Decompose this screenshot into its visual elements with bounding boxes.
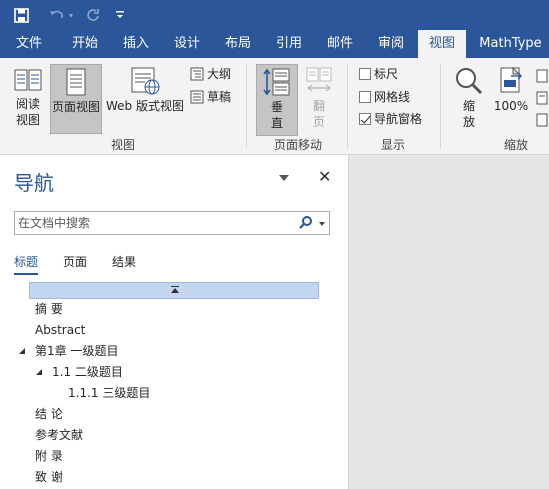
heading-item[interactable]: 第1章 一级题目 xyxy=(35,342,118,360)
vertical-button[interactable]: 垂 直 xyxy=(256,64,298,136)
web-layout-button[interactable]: Web 版式视图 xyxy=(104,64,186,134)
draft-label: 草稿 xyxy=(207,90,232,104)
ruler-checkbox[interactable]: 标尺 xyxy=(359,64,398,84)
collapse-all-bar[interactable] xyxy=(29,282,319,299)
zoom-100-label: 100% xyxy=(493,99,529,113)
tab-headings[interactable]: 标题 xyxy=(14,253,39,275)
one-page-icon xyxy=(536,69,548,83)
title-bar: ▾ xyxy=(0,0,549,30)
side-to-side-icon xyxy=(306,67,332,92)
vertical-label: 垂 直 xyxy=(270,100,283,130)
save-icon[interactable] xyxy=(12,6,30,24)
tab-review[interactable]: 审阅 xyxy=(367,30,415,58)
nav-pane-title: 导航 xyxy=(14,171,54,195)
heading-item[interactable]: 参考文献 xyxy=(35,426,83,444)
heading-item[interactable]: 致 谢 xyxy=(35,468,63,486)
group-separator xyxy=(246,64,247,148)
tab-layout[interactable]: 布局 xyxy=(214,30,262,58)
page-width-icon xyxy=(536,113,548,127)
heading-item[interactable]: 1.1.1 三级题目 xyxy=(68,384,150,402)
tab-view[interactable]: 视图 xyxy=(418,30,466,58)
one-page-button[interactable] xyxy=(536,66,549,86)
customize-qat-icon[interactable] xyxy=(114,6,126,24)
outline-icon xyxy=(190,67,204,81)
draft-button[interactable]: 草稿 xyxy=(190,87,231,107)
nav-search-box xyxy=(14,211,330,235)
nav-pane-check-box[interactable] xyxy=(359,113,371,125)
tab-design[interactable]: 设计 xyxy=(163,30,211,58)
heading-item[interactable]: 摘 要 xyxy=(35,300,63,318)
print-layout-label: 页面视图 xyxy=(51,100,100,114)
nav-pane-checkbox[interactable]: 导航窗格 xyxy=(359,109,422,129)
nav-search-input[interactable] xyxy=(15,212,285,234)
magnifier-icon xyxy=(456,68,483,95)
vertical-scroll-icon xyxy=(263,68,290,96)
draft-icon xyxy=(190,90,204,104)
view-group-label: 视图 xyxy=(110,138,135,152)
web-layout-icon xyxy=(131,67,160,95)
redo-icon[interactable] xyxy=(84,6,102,24)
nav-options-dropdown-icon[interactable] xyxy=(279,175,289,181)
ribbon-tab-bar: 文件 开始 插入 设计 布局 引用 邮件 审阅 视图 MathType xyxy=(0,30,549,58)
close-icon[interactable]: ✕ xyxy=(318,167,331,186)
page-movement-group-label: 页面移动 xyxy=(273,138,322,152)
print-layout-button[interactable]: 页面视图 xyxy=(50,64,102,134)
tab-home[interactable]: 开始 xyxy=(60,30,110,58)
zoom-button[interactable]: 缩 放 xyxy=(450,64,488,136)
zoom-group-label: 缩放 xyxy=(503,138,528,152)
expanded-triangle-icon[interactable] xyxy=(36,369,42,375)
navigation-pane: 导航 ✕ 标题 页面 结果 摘 要 Abstract 第1章 一级题目 1.1 … xyxy=(0,155,349,489)
read-mode-label: 阅读 视图 xyxy=(15,97,40,127)
heading-item[interactable]: Abstract xyxy=(35,321,85,339)
undo-dropdown-icon[interactable]: ▾ xyxy=(66,6,76,24)
document-area[interactable] xyxy=(350,155,549,489)
tab-mailings[interactable]: 邮件 xyxy=(316,30,364,58)
web-layout-label: Web 版式视图 xyxy=(106,99,184,113)
heading-item[interactable]: 结 论 xyxy=(35,405,63,423)
group-separator xyxy=(347,64,348,148)
search-dropdown-icon[interactable] xyxy=(319,222,325,226)
outline-button[interactable]: 大纲 xyxy=(190,64,231,84)
search-icon[interactable] xyxy=(299,215,313,232)
tab-insert[interactable]: 插入 xyxy=(112,30,160,58)
zoom-100-button[interactable]: 100% xyxy=(492,64,530,124)
ruler-check-box[interactable] xyxy=(359,68,371,80)
gridlines-check-box[interactable] xyxy=(359,91,371,103)
zoom-label: 缩 放 xyxy=(462,99,475,129)
nav-pane-label: 导航窗格 xyxy=(374,112,423,126)
tab-mathtype[interactable]: MathType xyxy=(472,30,549,58)
outline-label: 大纲 xyxy=(207,67,232,81)
collapse-up-icon xyxy=(171,288,179,293)
tab-results[interactable]: 结果 xyxy=(112,253,136,270)
ruler-label: 标尺 xyxy=(374,67,399,81)
ribbon: 阅读 视图 页面视图 Web 版式视图 大纲 草稿 视图 垂 直 翻 页 页面移… xyxy=(0,58,549,155)
multiple-pages-button[interactable] xyxy=(536,88,549,108)
side-to-side-label: 翻 页 xyxy=(312,99,325,129)
zoom-100-icon xyxy=(500,66,522,93)
group-separator xyxy=(440,64,441,148)
expanded-triangle-icon[interactable] xyxy=(19,348,25,354)
heading-item[interactable]: 1.1 二级题目 xyxy=(52,363,123,381)
tab-references[interactable]: 引用 xyxy=(265,30,313,58)
tab-pages[interactable]: 页面 xyxy=(63,253,87,270)
side-to-side-button[interactable]: 翻 页 xyxy=(300,64,338,136)
page-width-button[interactable] xyxy=(536,110,549,130)
gridlines-label: 网格线 xyxy=(374,90,411,104)
print-layout-icon xyxy=(66,68,86,96)
gridlines-checkbox[interactable]: 网格线 xyxy=(359,87,410,107)
undo-icon[interactable] xyxy=(48,6,66,24)
show-group-label: 显示 xyxy=(380,138,405,152)
tab-file[interactable]: 文件 xyxy=(4,30,54,58)
multiple-pages-icon xyxy=(536,91,548,105)
heading-item[interactable]: 附 录 xyxy=(35,447,63,465)
read-mode-icon xyxy=(14,69,42,91)
read-mode-button[interactable]: 阅读 视图 xyxy=(8,64,48,134)
collapse-bar-line xyxy=(171,286,179,287)
